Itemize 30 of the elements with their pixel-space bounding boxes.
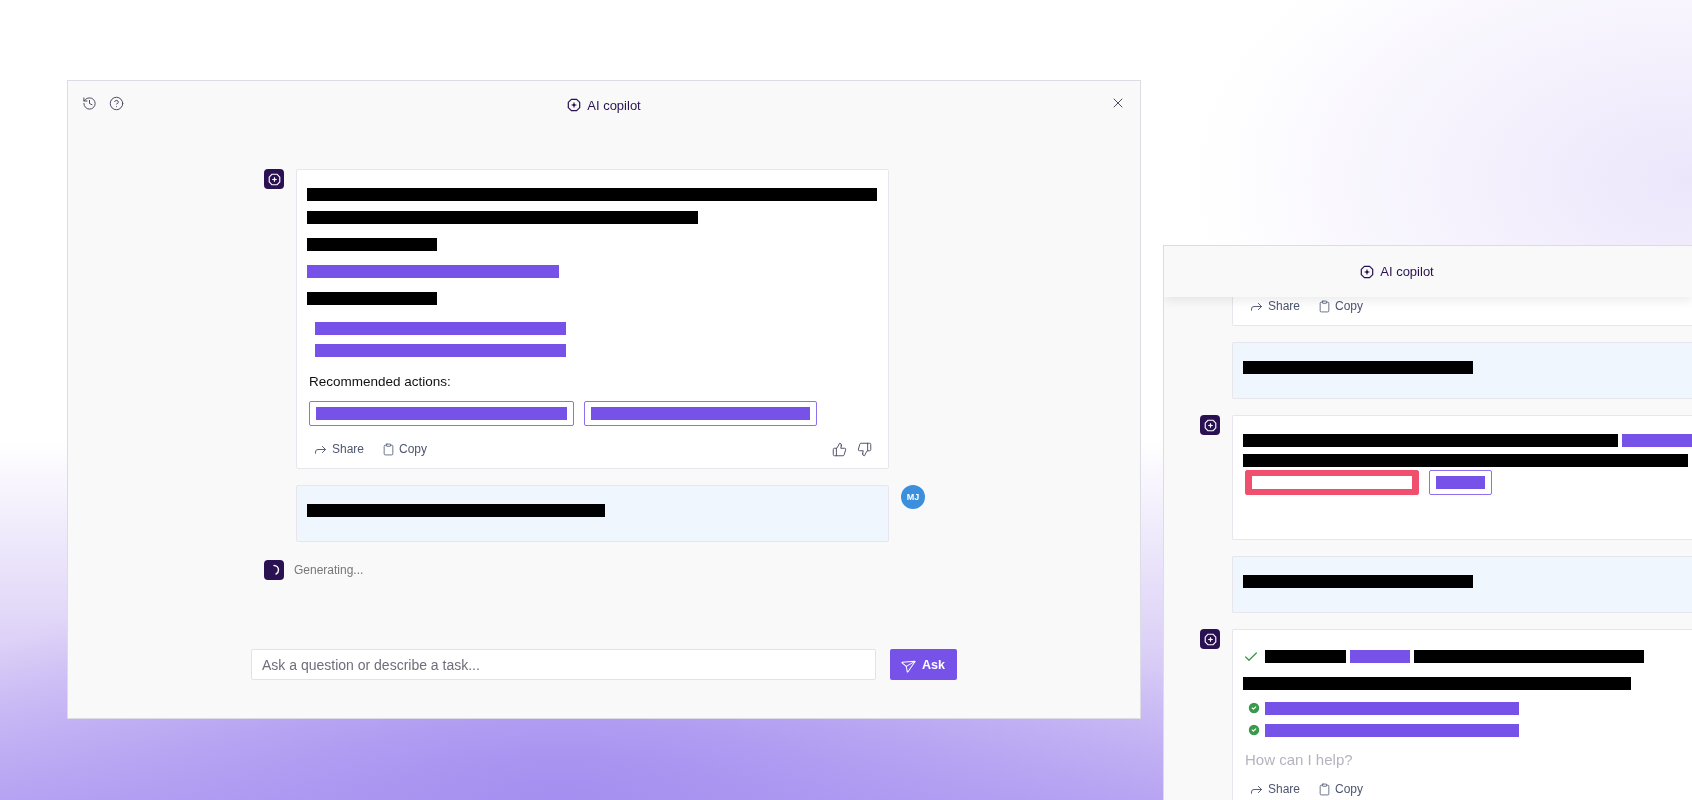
check-circle-icon xyxy=(1247,701,1261,715)
action-chip[interactable] xyxy=(1245,470,1419,495)
share-button[interactable]: Share xyxy=(1249,298,1301,314)
section-heading: Recommended actions: xyxy=(309,374,452,389)
share-button[interactable]: Share xyxy=(1249,781,1301,797)
window-title: AI copilot xyxy=(587,97,641,113)
clipboard-icon xyxy=(382,442,396,456)
thumbs-down-button[interactable] xyxy=(857,441,872,457)
history-button[interactable] xyxy=(82,96,97,111)
clipboard-icon xyxy=(1318,782,1332,796)
user-avatar: MJ xyxy=(901,485,925,509)
action-chip[interactable] xyxy=(1429,470,1492,495)
help-button[interactable] xyxy=(109,96,124,111)
status-text: Generating... xyxy=(294,563,364,577)
thumbs-up-button[interactable] xyxy=(832,441,847,457)
ask-button[interactable]: Ask xyxy=(890,649,957,680)
copy-button[interactable]: Copy xyxy=(1318,299,1364,313)
question-input[interactable]: Ask a question or describe a task... xyxy=(251,649,877,680)
clipboard-icon xyxy=(1318,299,1332,313)
loading-indicator xyxy=(264,560,284,580)
copilot-icon xyxy=(1360,264,1375,279)
action-chip[interactable] xyxy=(309,401,574,426)
share-button[interactable]: Share xyxy=(313,441,365,457)
action-chip[interactable] xyxy=(584,401,817,426)
copy-button[interactable]: Copy xyxy=(382,442,428,456)
panel-title: AI copilot xyxy=(1380,264,1434,279)
copy-button[interactable]: Copy xyxy=(1318,782,1364,796)
hint-text: How can I help? xyxy=(1245,751,1354,768)
copilot-icon xyxy=(567,98,582,112)
check-circle-icon xyxy=(1247,723,1261,737)
